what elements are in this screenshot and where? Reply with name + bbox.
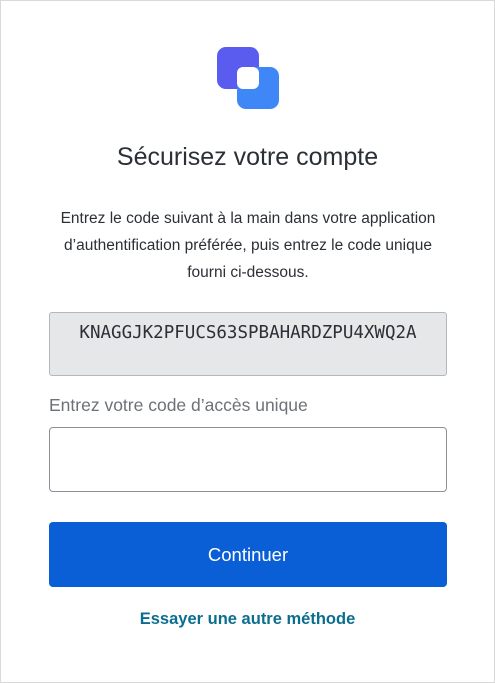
- code-field-label: Entrez votre code d’accès unique: [49, 395, 308, 415]
- one-time-code-input[interactable]: [49, 427, 447, 492]
- continue-button[interactable]: Continuer: [49, 522, 447, 587]
- secret-key-box: KNAGGJK2PFUCS63SPBAHARDZPU4XWQ2A: [49, 312, 447, 376]
- auth-card: Sécurisez votre compte Entrez le code su…: [0, 0, 495, 683]
- brand-logo-icon: [217, 47, 279, 109]
- page-title: Sécurisez votre compte: [116, 143, 379, 171]
- try-another-method-link[interactable]: Essayer une autre méthode: [1, 610, 494, 629]
- instructions-text: Entrez le code suivant à la main dans vo…: [60, 210, 436, 281]
